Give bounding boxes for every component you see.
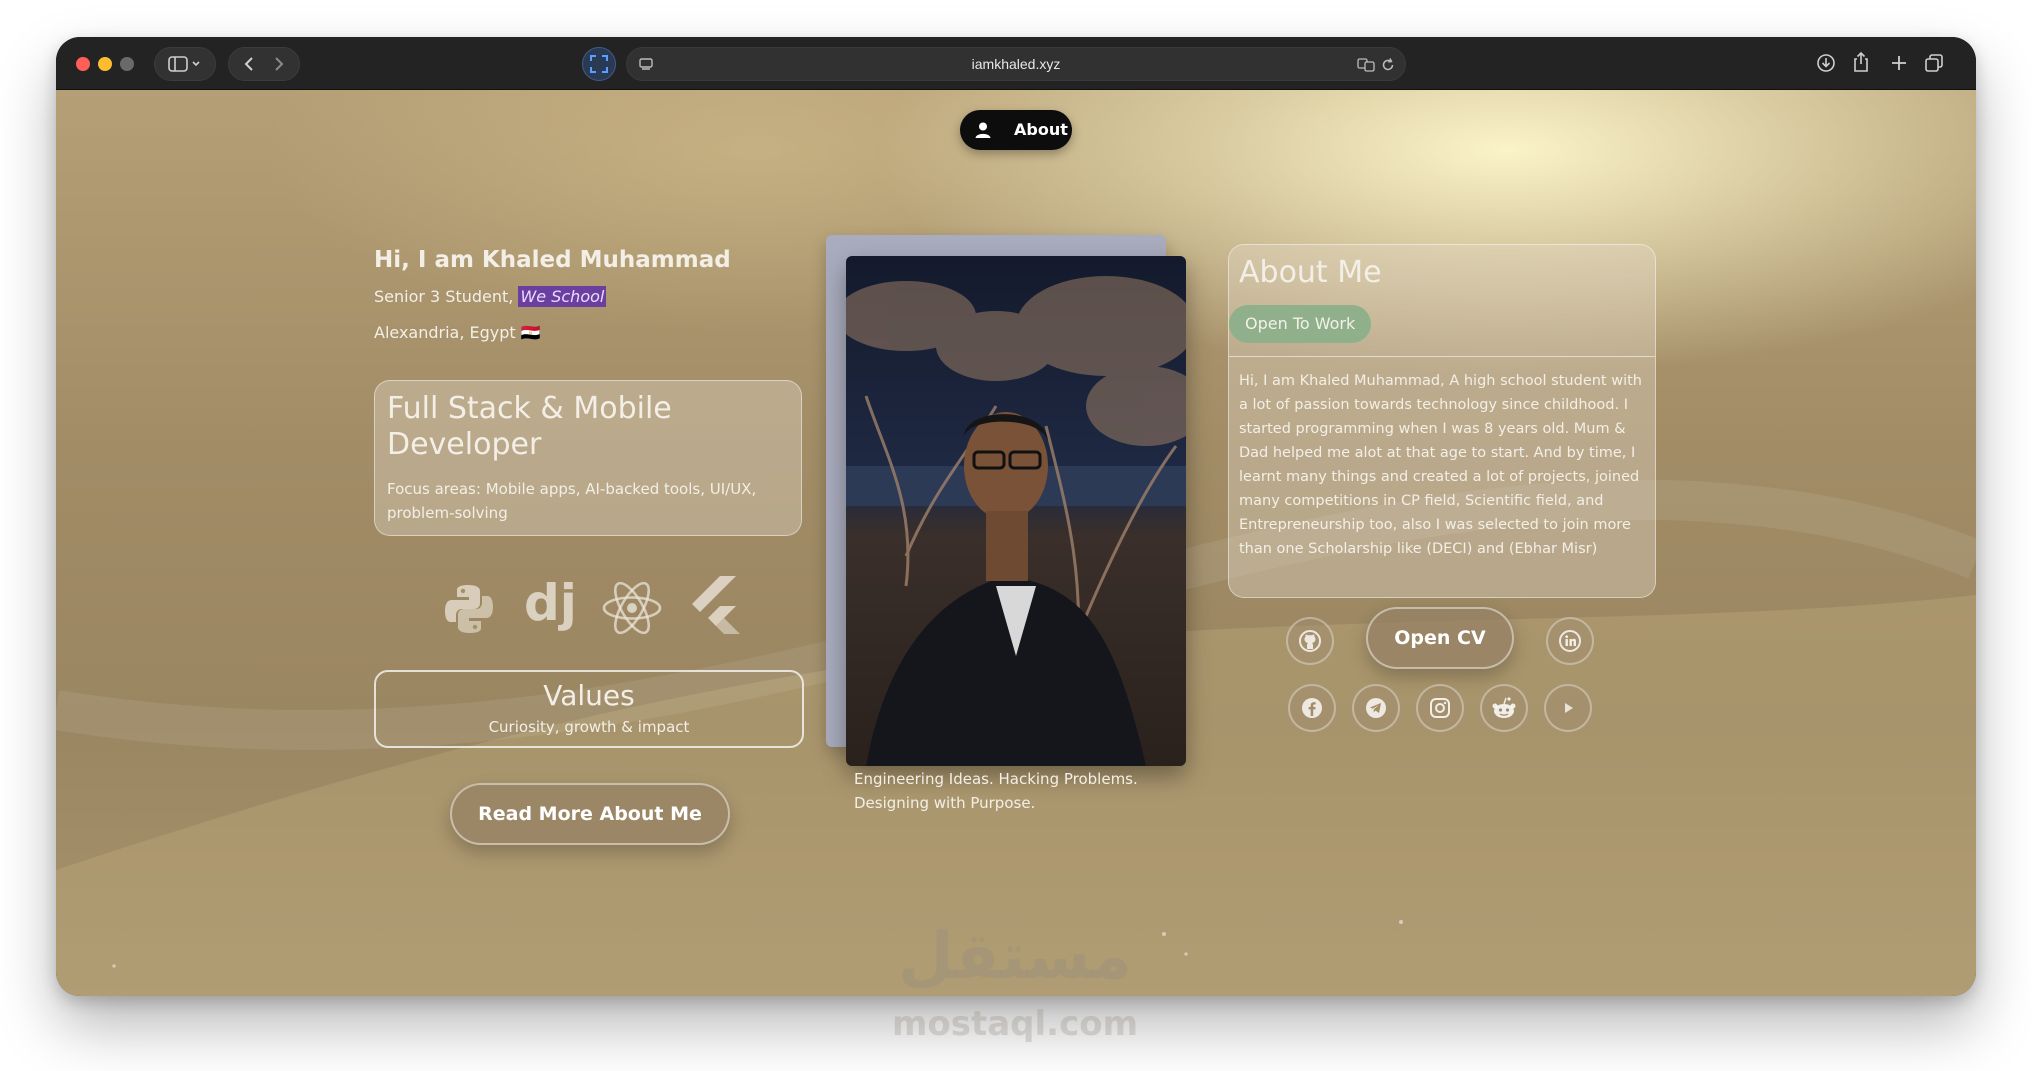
django-icon: dj — [524, 574, 577, 632]
flutter-icon — [692, 576, 740, 634]
share-icon[interactable] — [1852, 51, 1870, 73]
forward-icon[interactable] — [268, 55, 288, 73]
open-to-work-badge: Open To Work — [1229, 305, 1372, 343]
telegram-icon — [1366, 698, 1386, 718]
close-window-button[interactable] — [76, 57, 90, 71]
github-button[interactable] — [1286, 617, 1334, 665]
browser-window: iamkhaled.xyz About Hi, I am Khaled Muha… — [56, 37, 1976, 996]
linkedin-icon — [1559, 630, 1581, 652]
url-text: iamkhaled.xyz — [971, 56, 1061, 72]
values-title: Values — [543, 679, 635, 712]
read-more-button[interactable]: Read More About Me — [450, 783, 730, 845]
school-link[interactable]: We School — [518, 286, 607, 307]
user-icon — [975, 122, 991, 138]
values-card: Values Curiosity, growth & impact — [374, 670, 804, 748]
hero-location: Alexandria, Egypt 🇪🇬 — [374, 323, 541, 342]
reload-icon[interactable] — [1381, 58, 1395, 72]
role-focus: Focus areas: Mobile apps, AI-backed tool… — [387, 480, 757, 522]
instagram-button[interactable] — [1416, 684, 1464, 732]
about-nav-pill[interactable]: About — [960, 110, 1072, 150]
hero-subtitle: Senior 3 Student, We School — [374, 286, 607, 307]
about-card: About Me Open To Work Hi, I am Khaled Mu… — [1228, 244, 1656, 598]
profile-photo — [846, 256, 1186, 766]
address-bar[interactable]: iamkhaled.xyz — [626, 47, 1406, 81]
watermark-arabic: مستقل — [897, 920, 1133, 994]
instagram-icon — [1430, 698, 1450, 718]
browser-toolbar: iamkhaled.xyz — [56, 37, 1976, 90]
back-forward-group — [228, 47, 300, 81]
photo-caption: Engineering Ideas. Hacking Problems. Des… — [854, 770, 1138, 812]
reddit-button[interactable] — [1480, 684, 1528, 732]
github-icon — [1299, 630, 1321, 652]
minimize-window-button[interactable] — [98, 57, 112, 71]
capture-frame-icon — [590, 55, 608, 73]
svg-text:dj: dj — [524, 574, 577, 632]
tab-overview-icon[interactable] — [1924, 53, 1944, 73]
role-title: Full Stack & Mobile Developer — [387, 391, 672, 462]
watermark-latin: mostaql.com — [891, 1004, 1139, 1044]
downloads-icon[interactable] — [1816, 53, 1836, 73]
facebook-icon — [1302, 698, 1322, 718]
sidebar-icon — [168, 56, 200, 72]
reddit-icon — [1492, 697, 1516, 718]
youtube-icon — [1565, 703, 1573, 713]
about-divider — [1229, 356, 1655, 357]
react-icon — [602, 581, 662, 635]
role-text: Senior 3 Student, — [374, 287, 519, 306]
open-cv-button[interactable]: Open CV — [1366, 607, 1514, 669]
portfolio-page: About Hi, I am Khaled Muhammad Senior 3 … — [56, 90, 1976, 996]
about-nav-label: About — [1014, 120, 1068, 139]
about-body: Hi, I am Khaled Muhammad, A high school … — [1239, 373, 1642, 557]
zoom-window-button[interactable] — [120, 57, 134, 71]
telegram-button[interactable] — [1352, 684, 1400, 732]
python-icon — [445, 585, 493, 633]
role-card: Full Stack & Mobile Developer Focus area… — [374, 380, 802, 536]
linkedin-button[interactable] — [1546, 617, 1594, 665]
about-title: About Me — [1239, 255, 1382, 290]
values-subtitle: Curiosity, growth & impact — [488, 718, 690, 736]
screenshot-capture-button[interactable] — [582, 47, 616, 81]
hero-greeting: Hi, I am Khaled Muhammad — [374, 247, 731, 273]
sidebar-toggle-button[interactable] — [154, 47, 216, 81]
translate-icon[interactable] — [1357, 58, 1375, 72]
new-tab-icon[interactable] — [1890, 54, 1908, 72]
back-icon[interactable] — [240, 55, 260, 73]
facebook-button[interactable] — [1288, 684, 1336, 732]
youtube-button[interactable] — [1544, 684, 1592, 732]
